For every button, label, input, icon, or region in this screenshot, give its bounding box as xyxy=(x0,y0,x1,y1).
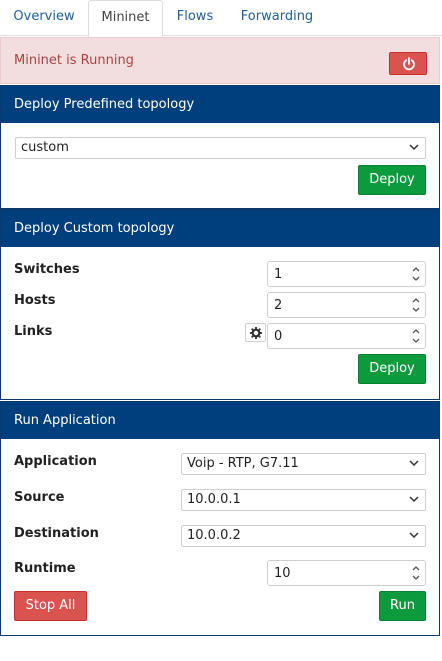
tab-mininet[interactable]: Mininet xyxy=(88,0,163,37)
panel-title: Deploy Predefined topology xyxy=(1,86,439,123)
hosts-label: Hosts xyxy=(14,293,56,308)
tab-forwarding[interactable]: Forwarding xyxy=(227,0,327,36)
topology-select[interactable]: custom xyxy=(15,137,426,159)
source-label: Source xyxy=(14,490,65,505)
chevron-down-icon xyxy=(409,532,419,539)
panel-title: Run Application xyxy=(1,402,439,439)
chevron-down-icon xyxy=(409,496,419,503)
runtime-label: Runtime xyxy=(14,561,76,576)
run-button[interactable]: Run xyxy=(379,591,426,621)
nav-tabs: Overview Mininet Flows Forwarding xyxy=(0,0,442,37)
stop-all-button[interactable]: Stop All xyxy=(14,591,87,621)
spinner-icon[interactable] xyxy=(410,264,422,284)
panel-title: Deploy Custom topology xyxy=(1,210,439,247)
spinner-icon[interactable] xyxy=(410,563,422,583)
hosts-input[interactable]: 2 xyxy=(267,292,426,318)
gear-icon xyxy=(250,327,262,339)
links-input[interactable]: 0 xyxy=(267,323,426,349)
deploy-custom-button[interactable]: Deploy xyxy=(358,354,426,384)
runtime-input[interactable]: 10 xyxy=(267,560,426,586)
tab-overview[interactable]: Overview xyxy=(0,0,88,36)
application-select[interactable]: Voip - RTP, G7.11 xyxy=(181,453,426,475)
power-icon xyxy=(403,57,415,71)
spinner-icon[interactable] xyxy=(410,326,422,346)
power-button[interactable] xyxy=(389,52,427,75)
switches-label: Switches xyxy=(14,262,80,277)
deploy-predefined-button[interactable]: Deploy xyxy=(358,165,426,195)
chevron-down-icon xyxy=(409,460,419,467)
links-label: Links xyxy=(14,324,53,339)
status-text: Mininet is Running xyxy=(14,53,134,68)
predefined-topology-panel: Deploy Predefined topology custom Deploy xyxy=(0,85,440,209)
status-alert: Mininet is Running xyxy=(0,37,440,84)
switches-input[interactable]: 1 xyxy=(267,261,426,287)
source-select[interactable]: 10.0.0.1 xyxy=(181,489,426,511)
destination-label: Destination xyxy=(14,526,99,541)
links-settings-button[interactable] xyxy=(245,323,266,342)
chevron-down-icon xyxy=(409,144,419,151)
run-application-panel: Run Application Application Voip - RTP, … xyxy=(0,401,440,636)
custom-topology-panel: Deploy Custom topology Switches 1 Hosts … xyxy=(0,209,440,400)
application-label: Application xyxy=(14,454,97,469)
tab-flows[interactable]: Flows xyxy=(163,0,227,36)
destination-select[interactable]: 10.0.0.2 xyxy=(181,525,426,547)
spinner-icon[interactable] xyxy=(410,295,422,315)
